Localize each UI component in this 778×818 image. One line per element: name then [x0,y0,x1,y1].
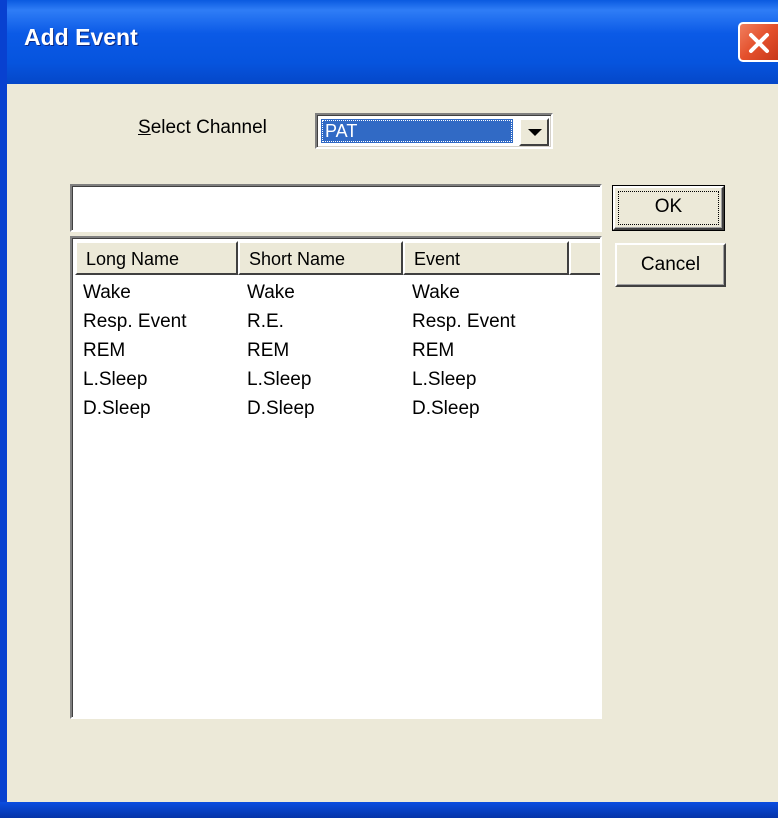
list-item[interactable]: D.Sleep D.Sleep D.Sleep [75,394,599,423]
channel-dropdown-button[interactable] [519,118,549,146]
window-frame-bottom [0,802,778,818]
list-item[interactable]: REM REM REM [75,336,599,365]
select-channel-mnemonic: S [138,117,151,138]
column-header-long-name[interactable]: Long Name [75,241,238,275]
cell-event: REM [412,340,455,361]
cancel-button[interactable]: Cancel [615,243,726,287]
cell-short-name: Wake [247,282,295,303]
event-list[interactable]: Long Name Short Name Event Wake Wake Wak… [70,236,602,719]
cell-short-name: REM [247,340,290,361]
event-name-input[interactable] [70,184,602,232]
cell-event: L.Sleep [412,369,477,390]
list-item[interactable]: Resp. Event R.E. Resp. Event [75,307,599,336]
cell-long-name: Wake [83,282,131,303]
cell-event: Resp. Event [412,311,516,332]
cell-event: Wake [412,282,460,303]
list-header: Long Name Short Name Event [75,241,600,275]
column-header-event[interactable]: Event [403,241,569,275]
chevron-down-icon [528,129,542,136]
close-button[interactable] [738,22,778,62]
column-header-filler [569,241,600,275]
channel-selected-value: PAT [321,119,513,143]
cell-event: D.Sleep [412,398,480,419]
cell-long-name: REM [83,340,126,361]
title-bar[interactable]: Add Event [0,0,778,84]
select-channel-label-text: elect Channel [150,117,267,138]
list-item[interactable]: Wake Wake Wake [75,278,599,307]
cell-short-name: L.Sleep [247,369,312,390]
cell-long-name: L.Sleep [83,369,148,390]
cell-short-name: R.E. [247,311,284,332]
column-header-short-name[interactable]: Short Name [238,241,403,275]
window-title: Add Event [24,24,138,50]
ok-button[interactable]: OK [612,185,725,231]
cell-long-name: Resp. Event [83,311,187,332]
cell-short-name: D.Sleep [247,398,315,419]
list-item[interactable]: L.Sleep L.Sleep L.Sleep [75,365,599,394]
list-body: Wake Wake Wake Resp. Event R.E. Resp. Ev… [75,278,599,423]
select-channel-label: Select Channel [138,117,267,139]
close-x-icon [749,33,769,53]
cell-long-name: D.Sleep [83,398,151,419]
channel-combobox[interactable]: PAT [315,113,553,149]
window-frame-left [0,0,7,818]
